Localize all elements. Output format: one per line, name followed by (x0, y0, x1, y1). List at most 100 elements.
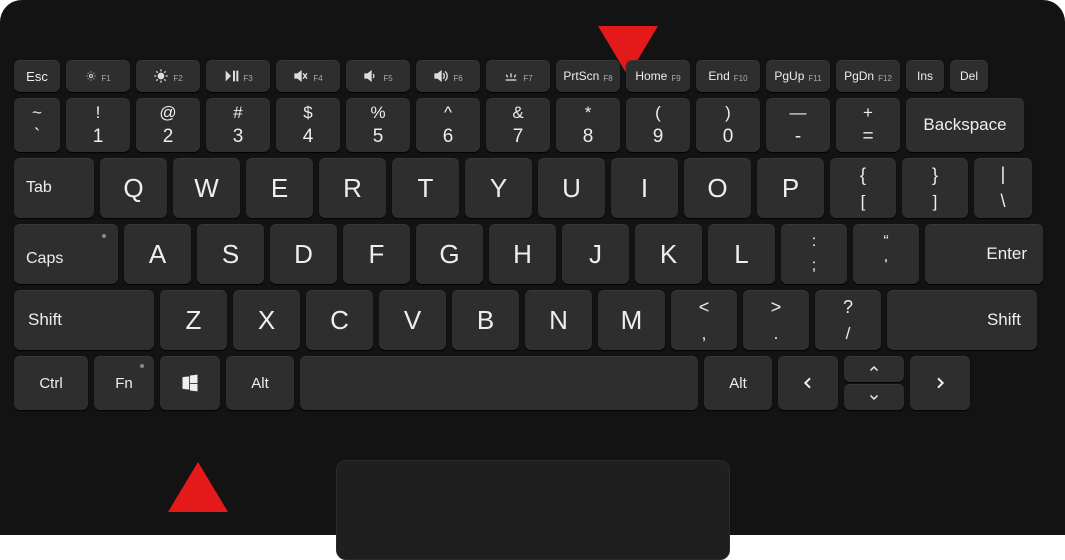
key-y[interactable]: Y (465, 158, 532, 218)
key-8[interactable]: *8 (556, 98, 620, 152)
key-fn[interactable]: Fn (94, 356, 154, 410)
f9-sub: F9 (671, 74, 680, 83)
key-slash[interactable]: ?/ (815, 290, 881, 350)
key-6[interactable]: ^6 (416, 98, 480, 152)
key-f11-pgup[interactable]: PgUp F11 (766, 60, 830, 92)
key-arrow-up[interactable] (844, 356, 904, 382)
key-bracket-left[interactable]: {[ (830, 158, 896, 218)
key-a[interactable]: A (124, 224, 191, 284)
key-v[interactable]: V (379, 290, 446, 350)
key-period[interactable]: >. (743, 290, 809, 350)
key-l[interactable]: L (708, 224, 775, 284)
key-semicolon[interactable]: :; (781, 224, 847, 284)
key-alt-left[interactable]: Alt (226, 356, 294, 410)
key-ins[interactable]: Ins (906, 60, 944, 92)
chevron-left-icon (800, 375, 816, 391)
key-9[interactable]: (9 (626, 98, 690, 152)
key-7[interactable]: &7 (486, 98, 550, 152)
trackpad[interactable] (336, 460, 730, 560)
key-b[interactable]: B (452, 290, 519, 350)
key-quote[interactable]: “' (853, 224, 919, 284)
key-caps[interactable]: Caps (14, 224, 118, 284)
key-esc[interactable]: Esc (14, 60, 60, 92)
key-z[interactable]: Z (160, 290, 227, 350)
f3-sub: F3 (243, 74, 252, 83)
f11-sub: F11 (808, 74, 821, 83)
key-o[interactable]: O (684, 158, 751, 218)
key-f[interactable]: F (343, 224, 410, 284)
key-f7-kbd-brightness[interactable]: F7 (486, 60, 550, 92)
f5-sub: F5 (383, 74, 392, 83)
f10-sub: F10 (734, 74, 748, 83)
key-f6-volume-up[interactable]: F6 (416, 60, 480, 92)
key-1[interactable]: !1 (66, 98, 130, 152)
key-backslash[interactable]: |\ (974, 158, 1032, 218)
key-backspace[interactable]: Backspace (906, 98, 1024, 152)
key-shift-left[interactable]: Shift (14, 290, 154, 350)
row-qwerty: Tab Q W E R T Y U I O P {[ }] |\ (14, 158, 1051, 218)
key-windows[interactable] (160, 356, 220, 410)
key-arrow-left[interactable] (778, 356, 838, 410)
key-f9-home[interactable]: Home F9 (626, 60, 690, 92)
brightness-up-icon (153, 68, 169, 84)
key-4[interactable]: $4 (276, 98, 340, 152)
key-j[interactable]: J (562, 224, 629, 284)
key-p[interactable]: P (757, 158, 824, 218)
key-f4-mute[interactable]: F4 (276, 60, 340, 92)
key-i[interactable]: I (611, 158, 678, 218)
brightness-down-icon (85, 70, 97, 82)
key-del[interactable]: Del (950, 60, 988, 92)
key-space[interactable] (300, 356, 698, 410)
key-s[interactable]: S (197, 224, 264, 284)
key-n[interactable]: N (525, 290, 592, 350)
key-g[interactable]: G (416, 224, 483, 284)
key-t[interactable]: T (392, 158, 459, 218)
key-0[interactable]: )0 (696, 98, 760, 152)
key-tab[interactable]: Tab (14, 158, 94, 218)
key-comma[interactable]: <, (671, 290, 737, 350)
highlight-arrow-bottom (168, 462, 228, 512)
key-e[interactable]: E (246, 158, 313, 218)
key-arrow-down[interactable] (844, 384, 904, 410)
key-f3-play-pause[interactable]: F3 (206, 60, 270, 92)
key-f12-pgdn[interactable]: PgDn F12 (836, 60, 900, 92)
keyboard: Esc F1 F2 F3 F4 (14, 60, 1051, 416)
key-alt-right[interactable]: Alt (704, 356, 772, 410)
key-grave[interactable]: ~` (14, 98, 60, 152)
key-m[interactable]: M (598, 290, 665, 350)
key-f5-volume-down[interactable]: F5 (346, 60, 410, 92)
key-h[interactable]: H (489, 224, 556, 284)
key-5[interactable]: %5 (346, 98, 410, 152)
key-arrow-right[interactable] (910, 356, 970, 410)
key-c[interactable]: C (306, 290, 373, 350)
f2-sub: F2 (173, 74, 182, 83)
key-w[interactable]: W (173, 158, 240, 218)
chevron-up-icon (867, 363, 881, 375)
key-arrow-up-down (844, 356, 904, 410)
key-bracket-right[interactable]: }] (902, 158, 968, 218)
f6-sub: F6 (453, 74, 462, 83)
key-minus[interactable]: —- (766, 98, 830, 152)
key-q[interactable]: Q (100, 158, 167, 218)
row-numbers: ~` !1 @2 #3 $4 %5 ^6 &7 *8 (9 )0 —- += B… (14, 98, 1051, 152)
key-equals[interactable]: += (836, 98, 900, 152)
key-enter[interactable]: Enter (925, 224, 1043, 284)
key-f1-brightness-down[interactable]: F1 (66, 60, 130, 92)
play-pause-icon (223, 68, 239, 84)
key-2[interactable]: @2 (136, 98, 200, 152)
caps-led-icon (102, 234, 106, 238)
key-ctrl[interactable]: Ctrl (14, 356, 88, 410)
mute-icon (293, 68, 309, 84)
key-x[interactable]: X (233, 290, 300, 350)
key-k[interactable]: K (635, 224, 702, 284)
key-r[interactable]: R (319, 158, 386, 218)
key-shift-right[interactable]: Shift (887, 290, 1037, 350)
key-f2-brightness-up[interactable]: F2 (136, 60, 200, 92)
key-d[interactable]: D (270, 224, 337, 284)
key-3[interactable]: #3 (206, 98, 270, 152)
key-u[interactable]: U (538, 158, 605, 218)
key-f10-end[interactable]: End F10 (696, 60, 760, 92)
row-bottom: Ctrl Fn Alt Alt (14, 356, 1051, 410)
f10-label: End (708, 69, 729, 83)
key-f8-prtscn[interactable]: PrtScn F8 (556, 60, 620, 92)
